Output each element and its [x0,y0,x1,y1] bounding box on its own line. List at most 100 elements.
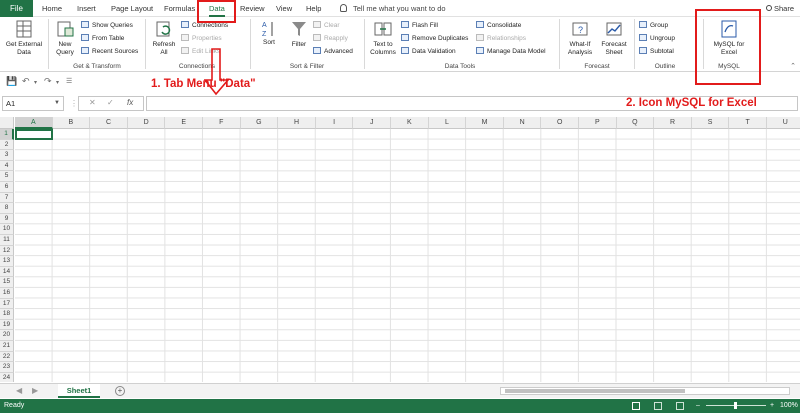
from-table-button[interactable]: From Table [81,34,124,44]
column-header[interactable]: F [203,117,241,129]
column-header[interactable]: T [729,117,767,129]
row-header[interactable]: 20 [0,330,14,341]
save-icon[interactable]: 💾 [6,76,17,87]
formula-bar-splitter[interactable]: ⋮ [70,99,78,108]
insert-function-button[interactable]: fx [127,98,133,107]
properties-button[interactable]: Properties [181,34,222,44]
row-header[interactable]: 1 [0,129,14,140]
data-validation-button[interactable]: Data Validation [401,47,456,57]
show-queries-button[interactable]: Show Queries [81,21,133,31]
get-external-data-button[interactable]: Get External Data [2,19,46,57]
zoom-out-icon[interactable]: – [696,399,700,413]
tab-insert[interactable]: Insert [77,0,96,17]
recent-sources-button[interactable]: Recent Sources [81,47,138,57]
row-header[interactable]: 12 [0,245,14,257]
column-header[interactable]: D [127,117,166,129]
redo-dropdown-icon[interactable]: ▾ [56,79,59,86]
zoom-in-icon[interactable]: + [770,399,774,413]
row-header[interactable]: 15 [0,277,14,288]
row-header[interactable]: 9 [0,213,14,225]
row-header[interactable]: 11 [0,235,14,246]
column-header[interactable]: M [466,117,504,129]
text-to-columns-button[interactable]: Text to Columns [367,19,399,57]
zoom-level[interactable]: 100% [780,399,798,413]
column-header[interactable]: B [52,117,91,129]
relationships-button[interactable]: Relationships [476,34,526,44]
column-header[interactable]: G [240,117,279,129]
cancel-icon[interactable]: ✕ [89,98,96,107]
row-header[interactable]: 16 [0,288,14,299]
row-header[interactable]: 23 [0,362,14,373]
column-header[interactable]: U [767,117,800,129]
row-header[interactable]: 8 [0,203,14,214]
cell-area[interactable] [15,129,800,382]
undo-icon[interactable]: ↶ [22,76,30,87]
row-header[interactable]: 5 [0,171,14,182]
row-header[interactable]: 13 [0,256,14,267]
ungroup-button[interactable]: Ungroup [639,34,675,44]
forecast-sheet-button[interactable]: Forecast Sheet [598,19,630,57]
row-header[interactable]: 24 [0,372,14,382]
clear-filter-button[interactable]: Clear [313,21,340,31]
undo-dropdown-icon[interactable]: ▾ [34,79,37,86]
name-box[interactable]: A1 ▼ [2,96,64,111]
column-header[interactable]: E [165,117,203,129]
horizontal-scrollbar[interactable] [500,387,790,395]
scroll-left-icon[interactable]: ◀ [16,386,22,395]
scrollbar-thumb[interactable] [505,389,685,393]
row-header[interactable]: 10 [0,224,14,235]
tab-page-layout[interactable]: Page Layout [111,0,153,17]
tab-review[interactable]: Review [240,0,265,17]
column-header[interactable]: Q [616,117,655,129]
column-header[interactable]: K [391,117,429,129]
column-header[interactable]: R [654,117,692,129]
column-header[interactable]: S [691,117,730,129]
scroll-right-icon[interactable]: ▶ [32,386,38,395]
add-sheet-button[interactable]: + [115,386,125,396]
tab-file[interactable]: File [0,0,33,17]
normal-view-icon[interactable] [632,402,640,410]
column-header[interactable]: O [541,117,579,129]
manage-data-model-button[interactable]: Manage Data Model [476,47,546,57]
flash-fill-button[interactable]: Flash Fill [401,21,438,31]
reapply-button[interactable]: Reapply [313,34,348,44]
column-header[interactable]: I [315,117,354,129]
sort-button[interactable]: Sort [259,37,279,47]
column-header[interactable]: H [278,117,316,129]
tell-me-box[interactable]: Tell me what you want to do [340,0,446,17]
consolidate-button[interactable]: Consolidate [476,21,521,31]
row-header[interactable]: 18 [0,309,14,320]
refresh-all-button[interactable]: Refresh All [149,19,179,57]
chevron-down-icon[interactable]: ▼ [54,97,60,110]
subtotal-button[interactable]: Subtotal [639,47,674,57]
remove-duplicates-button[interactable]: Remove Duplicates [401,34,468,44]
zoom-slider-thumb[interactable] [734,402,737,409]
tab-home[interactable]: Home [42,0,62,17]
column-header[interactable]: N [503,117,542,129]
row-header[interactable]: 2 [0,139,14,151]
row-header[interactable]: 17 [0,298,14,310]
page-layout-view-icon[interactable] [654,402,662,410]
column-header[interactable]: A [15,117,53,129]
row-header[interactable]: 4 [0,160,14,172]
customize-qat-icon[interactable]: ☰ [66,77,72,85]
row-header[interactable]: 21 [0,341,14,352]
page-break-view-icon[interactable] [676,402,684,410]
new-query-button[interactable]: New Query [52,19,78,57]
row-header[interactable]: 7 [0,192,14,204]
redo-icon[interactable]: ↷ [44,76,52,87]
row-header[interactable]: 6 [0,182,14,193]
zoom-slider[interactable] [706,402,766,409]
row-header[interactable]: 22 [0,351,14,363]
tab-view[interactable]: View [276,0,292,17]
column-header[interactable]: C [90,117,128,129]
select-all-corner[interactable] [0,117,14,129]
row-header[interactable]: 3 [0,150,14,161]
tab-formulas[interactable]: Formulas [164,0,195,17]
column-header[interactable]: P [579,117,617,129]
row-header[interactable]: 14 [0,266,14,278]
what-if-analysis-button[interactable]: ? What-If Analysis [563,19,597,57]
collapse-ribbon-icon[interactable]: ⌃ [790,62,796,70]
filter-button[interactable]: Filter [287,19,311,49]
active-cell[interactable] [15,129,53,140]
